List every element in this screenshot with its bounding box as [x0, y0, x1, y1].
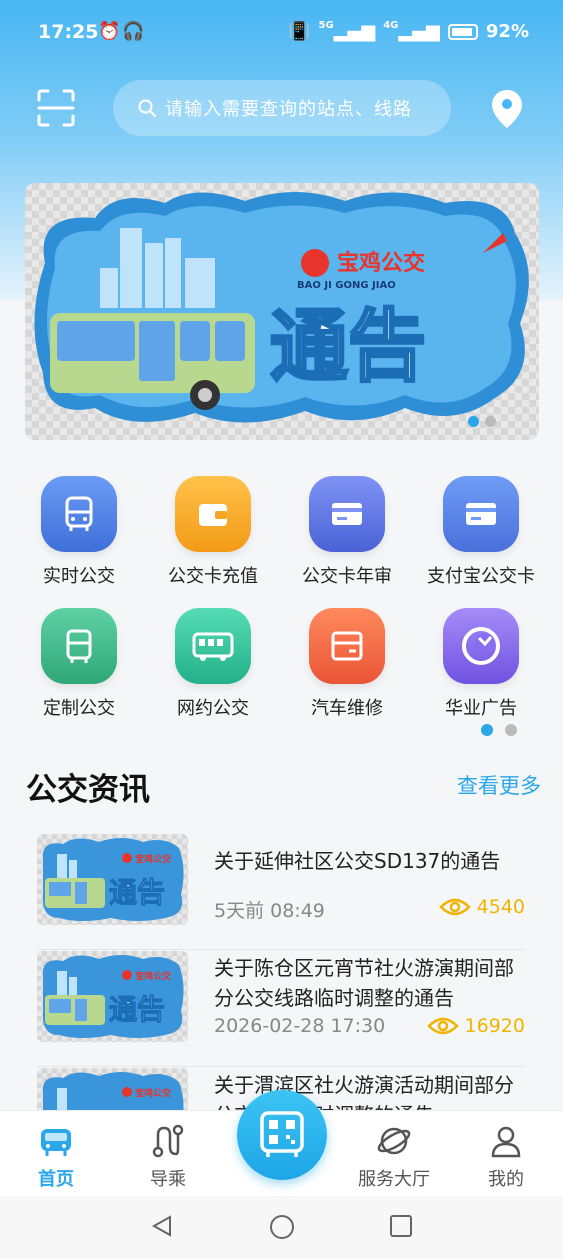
bus-home-icon	[41, 1129, 71, 1156]
grid-label: 华业广告	[445, 698, 517, 719]
svg-text:通告: 通告	[109, 876, 165, 909]
system-nav-bar	[0, 1196, 563, 1259]
baoji-logo-icon	[301, 249, 329, 277]
nav-guide-label: 导乘	[150, 1169, 186, 1190]
news-time: 5天前 08:49	[214, 900, 325, 922]
back-icon[interactable]	[150, 1214, 174, 1238]
nav-mine-label: 我的	[488, 1169, 524, 1190]
status-time: 17:25	[38, 21, 99, 43]
planet-icon	[377, 1127, 411, 1155]
banner-dot-2	[485, 416, 496, 427]
bus-front-icon	[41, 476, 117, 552]
search-icon	[138, 99, 156, 117]
news-title: 关于延伸社区公交SD137的通告	[214, 849, 501, 873]
location-pin-icon[interactable]	[490, 88, 524, 130]
nav-service[interactable]: 服务大厅	[344, 1123, 444, 1191]
wallet-icon	[175, 476, 251, 552]
card-icon	[309, 476, 385, 552]
user-icon	[491, 1126, 521, 1158]
grid-dot-1	[481, 724, 493, 736]
search-placeholder: 请输入需要查询的站点、线路	[165, 99, 412, 120]
repair-box-icon	[309, 608, 385, 684]
nav-guide[interactable]: 导乘	[118, 1123, 218, 1191]
eye-icon	[438, 898, 471, 916]
nav-home-label: 首页	[38, 1169, 74, 1190]
alipay-card-icon	[443, 476, 519, 552]
nav-mine[interactable]: 我的	[456, 1123, 556, 1191]
battery-icon	[447, 23, 478, 40]
status-bar: 17:25 ⏰🎧 📳 5G▂▄▆ 4G▂▄▆ 92%	[0, 0, 563, 66]
banner-brand: 宝鸡公交	[337, 250, 425, 276]
news-thumbnail: 宝鸡公交 通告	[37, 951, 188, 1042]
news-thumbnail: 宝鸡公交 通告	[37, 834, 188, 925]
search-input[interactable]: 请输入需要查询的站点、线路	[113, 80, 451, 136]
notice-banner[interactable]: 宝鸡公交 BAO JI GONG JIAO 通告	[25, 183, 539, 440]
svg-text:宝鸡公交: 宝鸡公交	[135, 970, 171, 982]
banner-illustration: 宝鸡公交 BAO JI GONG JIAO 通告	[34, 192, 529, 423]
grid-item-car-repair[interactable]: 汽车维修	[280, 608, 414, 720]
recents-icon[interactable]	[389, 1214, 413, 1238]
grid-label: 支付宝公交卡	[427, 566, 535, 587]
grid-label: 汽车维修	[311, 698, 383, 719]
grid-item-card-recharge[interactable]: 公交卡充值	[146, 476, 280, 588]
grid-item-realtime-bus[interactable]: 实时公交	[12, 476, 146, 588]
grid-pagination	[481, 724, 517, 736]
eye-icon	[426, 1017, 459, 1035]
grid-label: 实时公交	[43, 566, 115, 587]
battery-percent: 92%	[485, 21, 529, 42]
grid-item-ride-bus[interactable]: 网约公交	[146, 608, 280, 720]
signal-4g-icon: 4G▂▄▆	[383, 20, 440, 43]
svg-text:宝鸡公交: 宝鸡公交	[135, 853, 171, 865]
banner-brand-sub: BAO JI GONG JIAO	[297, 280, 396, 291]
grid-label: 公交卡充值	[168, 566, 258, 587]
qr-ride-button[interactable]	[237, 1090, 327, 1180]
news-item[interactable]: 宝鸡公交 通告 关于陈仓区元宵节社火游演期间部分公交线路临时调整的通告 2026…	[37, 951, 525, 1067]
ride-bus-icon	[175, 608, 251, 684]
grid-label: 公交卡年审	[302, 566, 392, 587]
home-circle-icon[interactable]	[269, 1214, 295, 1240]
scan-icon[interactable]	[36, 88, 76, 128]
news-time: 2026-02-28 17:30	[214, 1015, 386, 1037]
signal-5g-icon: 5G▂▄▆	[318, 20, 376, 43]
banner-dot-1	[468, 416, 479, 427]
grid-label: 网约公交	[177, 698, 249, 719]
custom-bus-icon	[41, 608, 117, 684]
news-views: 16920	[426, 1015, 525, 1037]
news-title: 关于陈仓区元宵节社火游演期间部分公交线路临时调整的通告	[214, 956, 514, 1010]
qr-bus-icon	[260, 1111, 304, 1157]
news-item[interactable]: 宝鸡公交 通告 关于延伸社区公交SD137的通告 5天前 08:49 4540	[37, 834, 525, 950]
grid-item-huaye-ads[interactable]: 华业广告	[414, 608, 548, 720]
grid-item-card-annual-review[interactable]: 公交卡年审	[280, 476, 414, 588]
grid-dot-2	[505, 724, 517, 736]
grid-label: 定制公交	[43, 698, 115, 719]
status-right: 📳 5G▂▄▆ 4G▂▄▆ 92%	[288, 20, 529, 43]
vibrate-icon: 📳	[288, 21, 311, 42]
svg-text:通告: 通告	[109, 993, 165, 1026]
grid-item-custom-bus[interactable]: 定制公交	[12, 608, 146, 720]
news-more-link[interactable]: 查看更多	[457, 770, 541, 800]
news-views: 4540	[438, 896, 525, 918]
news-view-count: 4540	[476, 896, 525, 918]
ad-logo-icon	[443, 608, 519, 684]
news-view-count: 16920	[464, 1015, 525, 1037]
grid-item-alipay-card[interactable]: 支付宝公交卡	[414, 476, 548, 588]
nav-service-label: 服务大厅	[358, 1169, 430, 1190]
banner-pagination	[468, 416, 496, 427]
svg-text:宝鸡公交: 宝鸡公交	[135, 1087, 171, 1099]
alarm-headset-icons: ⏰🎧	[98, 21, 147, 42]
route-icon	[152, 1124, 184, 1158]
nav-home[interactable]: 首页	[6, 1123, 106, 1191]
news-section-title: 公交资讯	[26, 772, 150, 808]
banner-headline: 通告	[270, 302, 426, 392]
